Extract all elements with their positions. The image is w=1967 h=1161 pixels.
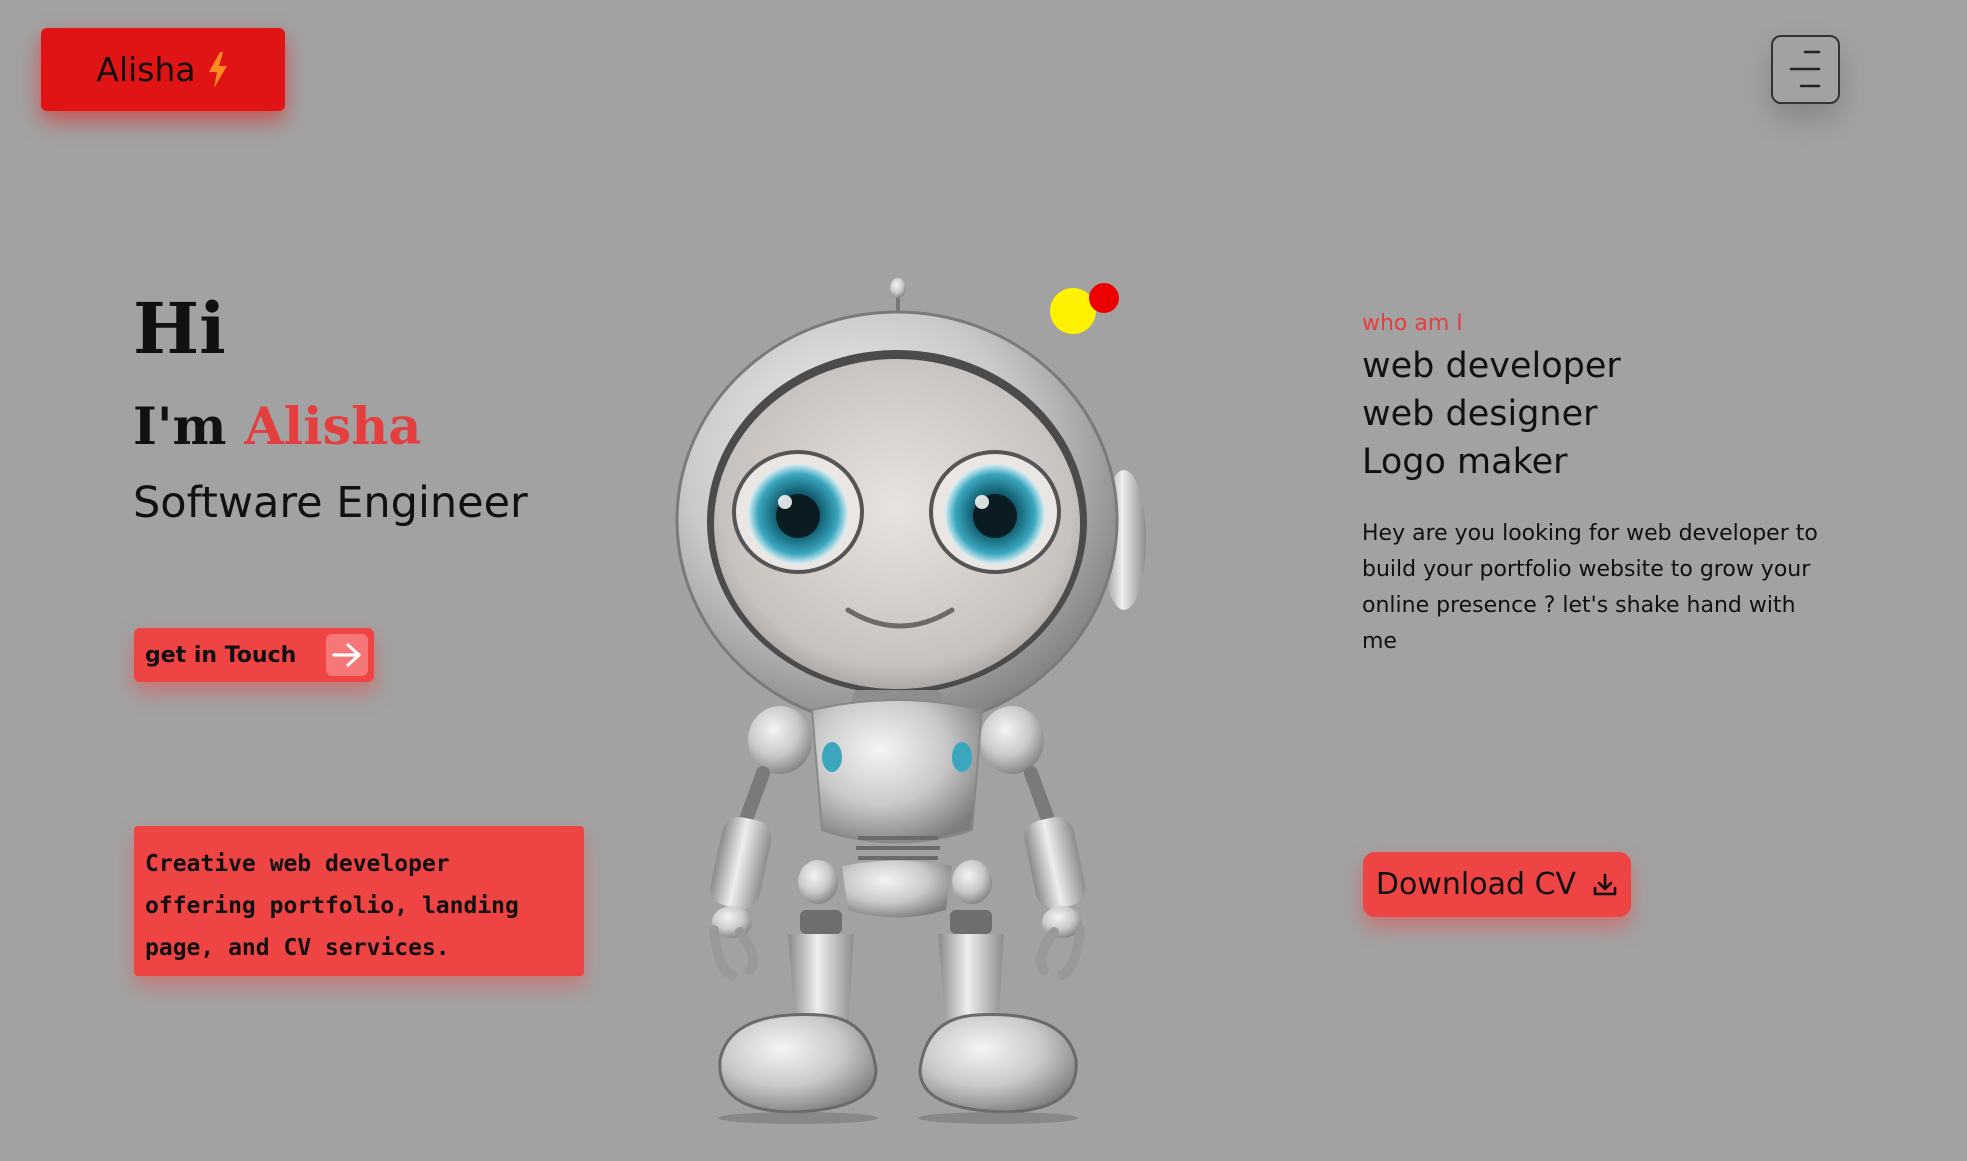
download-cv-label: Download CV [1375, 867, 1577, 902]
about-eyebrow: who am I [1362, 311, 1463, 336]
get-in-touch-label: get in Touch [145, 642, 297, 668]
skills-list: web developer web designer Logo maker [1362, 342, 1621, 486]
brand-name: Alisha [96, 50, 196, 89]
hamburger-menu-icon [1789, 50, 1821, 88]
lightning-bolt-icon [208, 51, 227, 88]
brand-logo-button[interactable]: Alisha [41, 28, 285, 111]
name-heading: I'm Alisha [133, 402, 421, 453]
skill-item: Logo maker [1362, 442, 1568, 482]
download-icon [1593, 873, 1617, 895]
decor-dot-red [1089, 283, 1119, 313]
greeting-heading: Hi [133, 287, 226, 370]
intro-prefix: I'm [133, 397, 227, 457]
skill-item: web designer [1362, 394, 1598, 434]
hamburger-menu-button[interactable] [1771, 35, 1840, 104]
skill-item: web developer [1362, 346, 1621, 386]
hero-name: Alisha [244, 397, 422, 457]
robot-illustration [675, 278, 1146, 1124]
download-cv-button[interactable]: Download CV [1363, 852, 1631, 917]
services-promo-card: Creative web developer offering portfoli… [134, 826, 584, 976]
get-in-touch-button[interactable]: get in Touch [134, 628, 374, 682]
about-description: Hey are you looking for web developer to… [1362, 521, 1818, 654]
arrow-right-icon [326, 634, 368, 676]
role-title: Software Engineer [133, 478, 528, 528]
